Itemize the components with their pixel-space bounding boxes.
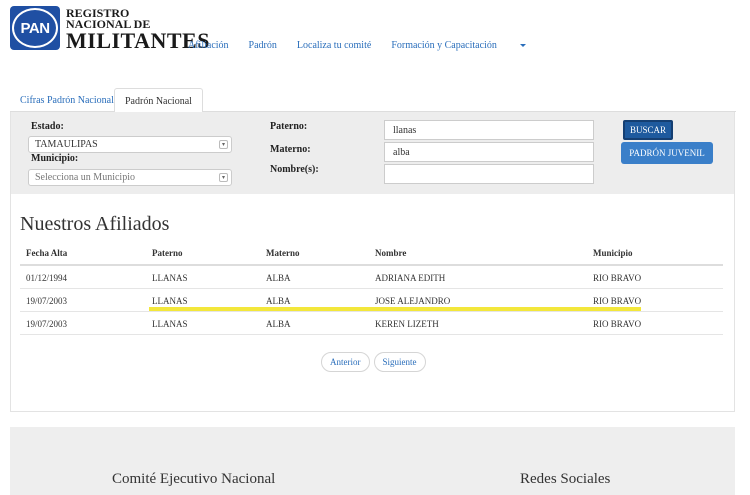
table-header: Fecha Alta Paterno Materno Nombre Munici… bbox=[20, 241, 723, 266]
municipio-select[interactable]: Selecciona un Municipio ▾ bbox=[28, 169, 232, 186]
nav-padron[interactable]: Padrón bbox=[249, 40, 277, 51]
cell-fecha: 01/12/1994 bbox=[26, 273, 68, 283]
prev-page-button[interactable]: Anterior bbox=[321, 352, 370, 372]
cell-fecha: 19/07/2003 bbox=[26, 319, 68, 329]
nombre-input[interactable] bbox=[384, 164, 594, 184]
next-page-button[interactable]: Siguiente bbox=[373, 352, 426, 372]
search-form: Estado: TAMAULIPAS ▾ Municipio: Seleccio… bbox=[11, 112, 734, 194]
nombre-label: Nombre(s): bbox=[270, 164, 319, 175]
nav-formacion-dropdown[interactable]: Formación y Capacitación bbox=[391, 40, 546, 51]
tab-bar: Cifras Padrón Nacional Padrón Nacional bbox=[10, 88, 736, 113]
cell-materno: ALBA bbox=[266, 273, 291, 283]
select-arrow-icon: ▾ bbox=[219, 173, 228, 182]
materno-input[interactable]: alba bbox=[384, 142, 594, 162]
padron-juvenil-button[interactable]: PADRÓN JUVENIL bbox=[621, 142, 713, 164]
nav-formacion-label: Formación y Capacitación bbox=[391, 40, 497, 51]
footer-redes-title: Redes Sociales bbox=[520, 471, 611, 487]
footer-comite-title: Comité Ejecutivo Nacional bbox=[112, 471, 276, 487]
cell-paterno: LLANAS bbox=[152, 319, 188, 329]
col-municipio: Municipio bbox=[593, 248, 633, 258]
cell-municipio: RIO BRAVO bbox=[593, 273, 642, 283]
nav-localiza-comite[interactable]: Localiza tu comité bbox=[297, 40, 371, 51]
cell-fecha: 19/07/2003 bbox=[26, 296, 68, 306]
main-nav: Afiliación Padrón Localiza tu comité For… bbox=[188, 40, 566, 51]
select-arrow-icon: ▾ bbox=[219, 140, 228, 149]
buscar-button[interactable]: BUSCAR bbox=[623, 120, 673, 140]
cell-nombre: KEREN LIZETH bbox=[375, 319, 439, 329]
municipio-placeholder: Selecciona un Municipio bbox=[35, 172, 135, 183]
cell-municipio: RIO BRAVO bbox=[593, 319, 642, 329]
estado-select[interactable]: TAMAULIPAS ▾ bbox=[28, 136, 232, 153]
col-materno: Materno bbox=[266, 248, 300, 258]
pagination: Anterior Siguiente bbox=[321, 352, 426, 372]
estado-value: TAMAULIPAS bbox=[35, 139, 98, 150]
results-title: Nuestros Afiliados bbox=[20, 213, 170, 235]
materno-label: Materno: bbox=[270, 144, 311, 155]
cell-materno: ALBA bbox=[266, 319, 291, 329]
col-nombre: Nombre bbox=[375, 248, 407, 258]
nav-afiliacion[interactable]: Afiliación bbox=[188, 40, 229, 51]
table-row: 19/07/2003 LLANAS ALBA KEREN LIZETH RIO … bbox=[20, 312, 723, 335]
caret-down-icon bbox=[519, 44, 526, 48]
paterno-label: Paterno: bbox=[270, 121, 308, 132]
results-table: Fecha Alta Paterno Materno Nombre Munici… bbox=[20, 241, 723, 335]
estado-label: Estado: bbox=[31, 121, 64, 132]
pan-logo[interactable]: PAN bbox=[10, 6, 60, 50]
paterno-input[interactable]: llanas bbox=[384, 120, 594, 140]
padron-panel: Estado: TAMAULIPAS ▾ Municipio: Seleccio… bbox=[10, 112, 735, 412]
highlight-annotation bbox=[149, 307, 641, 311]
cell-paterno: LLANAS bbox=[152, 273, 188, 283]
logo-text: PAN bbox=[12, 8, 58, 48]
footer: Comité Ejecutivo Nacional Redes Sociales bbox=[10, 427, 735, 495]
tab-padron-nacional[interactable]: Padrón Nacional bbox=[114, 88, 203, 113]
tab-cifras-padron[interactable]: Cifras Padrón Nacional bbox=[10, 88, 124, 112]
cell-nombre: ADRIANA EDITH bbox=[375, 273, 446, 283]
municipio-label: Municipio: bbox=[31, 153, 79, 164]
col-fecha-alta: Fecha Alta bbox=[26, 248, 68, 258]
table-row: 01/12/1994 LLANAS ALBA ADRIANA EDITH RIO… bbox=[20, 266, 723, 289]
col-paterno: Paterno bbox=[152, 248, 183, 258]
